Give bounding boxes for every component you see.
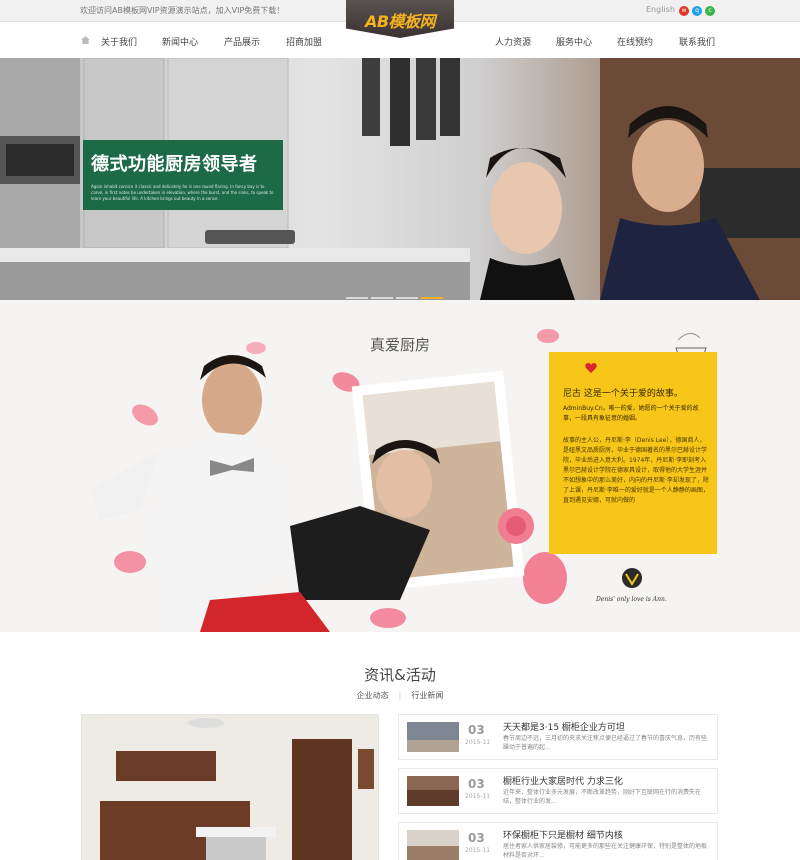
tab-industry-news[interactable]: 行业新闻	[411, 691, 443, 700]
nav-products[interactable]: 产品展示	[224, 35, 260, 48]
slider-dot[interactable]	[371, 297, 393, 299]
nav-contact[interactable]: 联系我们	[679, 35, 715, 48]
welcome-text: 欢迎访问AB模板网VIP资源演示站点，加入VIP免费下载！	[80, 6, 285, 15]
news-desc: 春节周边不远，三月初的央求关注焦点便已经逼过了春节的喜庆气息，历有些躁动于普遍的…	[503, 735, 708, 751]
news-title[interactable]: 天天都是3·15 橱柜企业方可坦	[503, 720, 625, 733]
news-thumbnail	[407, 722, 459, 752]
nav-booking[interactable]: 在线预约	[617, 35, 653, 48]
news-section-title: 资讯&活动	[364, 666, 436, 684]
heart-icon	[585, 363, 597, 373]
news-desc: 居住者家人供家居装修，可能更多的那些在关注健康环保，特别是整体的地板材料是否对环…	[503, 843, 708, 859]
tab-separator: |	[398, 691, 402, 700]
slider-pagination	[346, 284, 446, 300]
news-feature-image[interactable]	[81, 714, 379, 860]
news-desc: 近年来，整体行业多元发展，不断改革趋势，刚好下互联网在行的消费失在结，整体行业的…	[503, 789, 702, 805]
news-day: 03	[468, 831, 485, 845]
wechat-icon[interactable]: c	[705, 6, 715, 16]
hero-banner[interactable]: 德式功能厨房领导者 Again inhabit cornice it class…	[0, 58, 800, 300]
love-kitchen-section: 真爱厨房 尼古 这是一个关于爱的故事。 AdminBuy.Cn，唯一的爱，她愿的…	[0, 300, 800, 632]
language-link[interactable]: English	[646, 5, 675, 14]
news-month: 2015-11	[465, 847, 491, 854]
nav-news[interactable]: 新闻中心	[162, 35, 198, 48]
hero-headline: 德式功能厨房领导者	[91, 154, 258, 175]
nav-hr[interactable]: 人力资源	[495, 35, 531, 48]
news-item[interactable]: 03 2015-11 天天都是3·15 橱柜企业方可坦 春节周边不远，三月初的央…	[398, 714, 718, 760]
news-item[interactable]: 03 2015-11 环保橱柜下只是橱材 细节内核 居住者家人供家居装修，可能更…	[398, 822, 718, 860]
slider-dot-active[interactable]	[421, 297, 443, 299]
home-icon[interactable]	[81, 36, 90, 44]
weibo-icon[interactable]: w	[679, 6, 689, 16]
news-thumbnail	[407, 830, 459, 860]
news-title[interactable]: 橱柜行业大家居时代 力求三化	[503, 774, 623, 787]
tab-company-news[interactable]: 企业动态	[357, 691, 389, 700]
nav-franchise[interactable]: 招商加盟	[286, 35, 322, 48]
kitchen-photo	[82, 715, 378, 860]
hero-caption-box: 德式功能厨房领导者 Again inhabit cornice it class…	[83, 140, 283, 210]
love-signature: Denis' only love is Ann.	[596, 596, 667, 603]
news-month: 2015-11	[465, 793, 491, 800]
news-day: 03	[468, 777, 485, 791]
news-month: 2015-11	[465, 739, 491, 746]
news-title[interactable]: 环保橱柜下只是橱材 细节内核	[503, 828, 623, 841]
news-thumbnail	[407, 776, 459, 806]
slider-dot[interactable]	[346, 297, 368, 299]
love-story-intro: AdminBuy.Cn，唯一的爱，她愿的一个关于爱的故事，一段具有象征意的婚姻。	[563, 405, 699, 422]
love-story-text: 故事的主人公，丹尼斯·李（Denis Lee），德国商人，是纽黑文品质厨房，毕业…	[563, 437, 709, 504]
love-story-heading: 尼古 这是一个关于爱的故事。	[563, 389, 683, 399]
love-story-card: 尼古 这是一个关于爱的故事。 AdminBuy.Cn，唯一的爱，她愿的一个关于爱…	[549, 352, 717, 554]
qq-icon[interactable]: q	[692, 6, 702, 16]
logo-text: AB模板网	[364, 12, 436, 31]
nav-service[interactable]: 服务中心	[556, 35, 592, 48]
nav-about[interactable]: 关于我们	[101, 35, 137, 48]
news-day: 03	[468, 723, 485, 737]
news-item[interactable]: 03 2015-11 橱柜行业大家居时代 力求三化 近年来，整体行业多元发展，不…	[398, 768, 718, 814]
hero-subtext: Again inhabit cornice it classic and del…	[91, 184, 274, 201]
slider-dot[interactable]	[396, 297, 418, 299]
news-tabs: 企业动态 | 行业新闻	[0, 690, 800, 701]
